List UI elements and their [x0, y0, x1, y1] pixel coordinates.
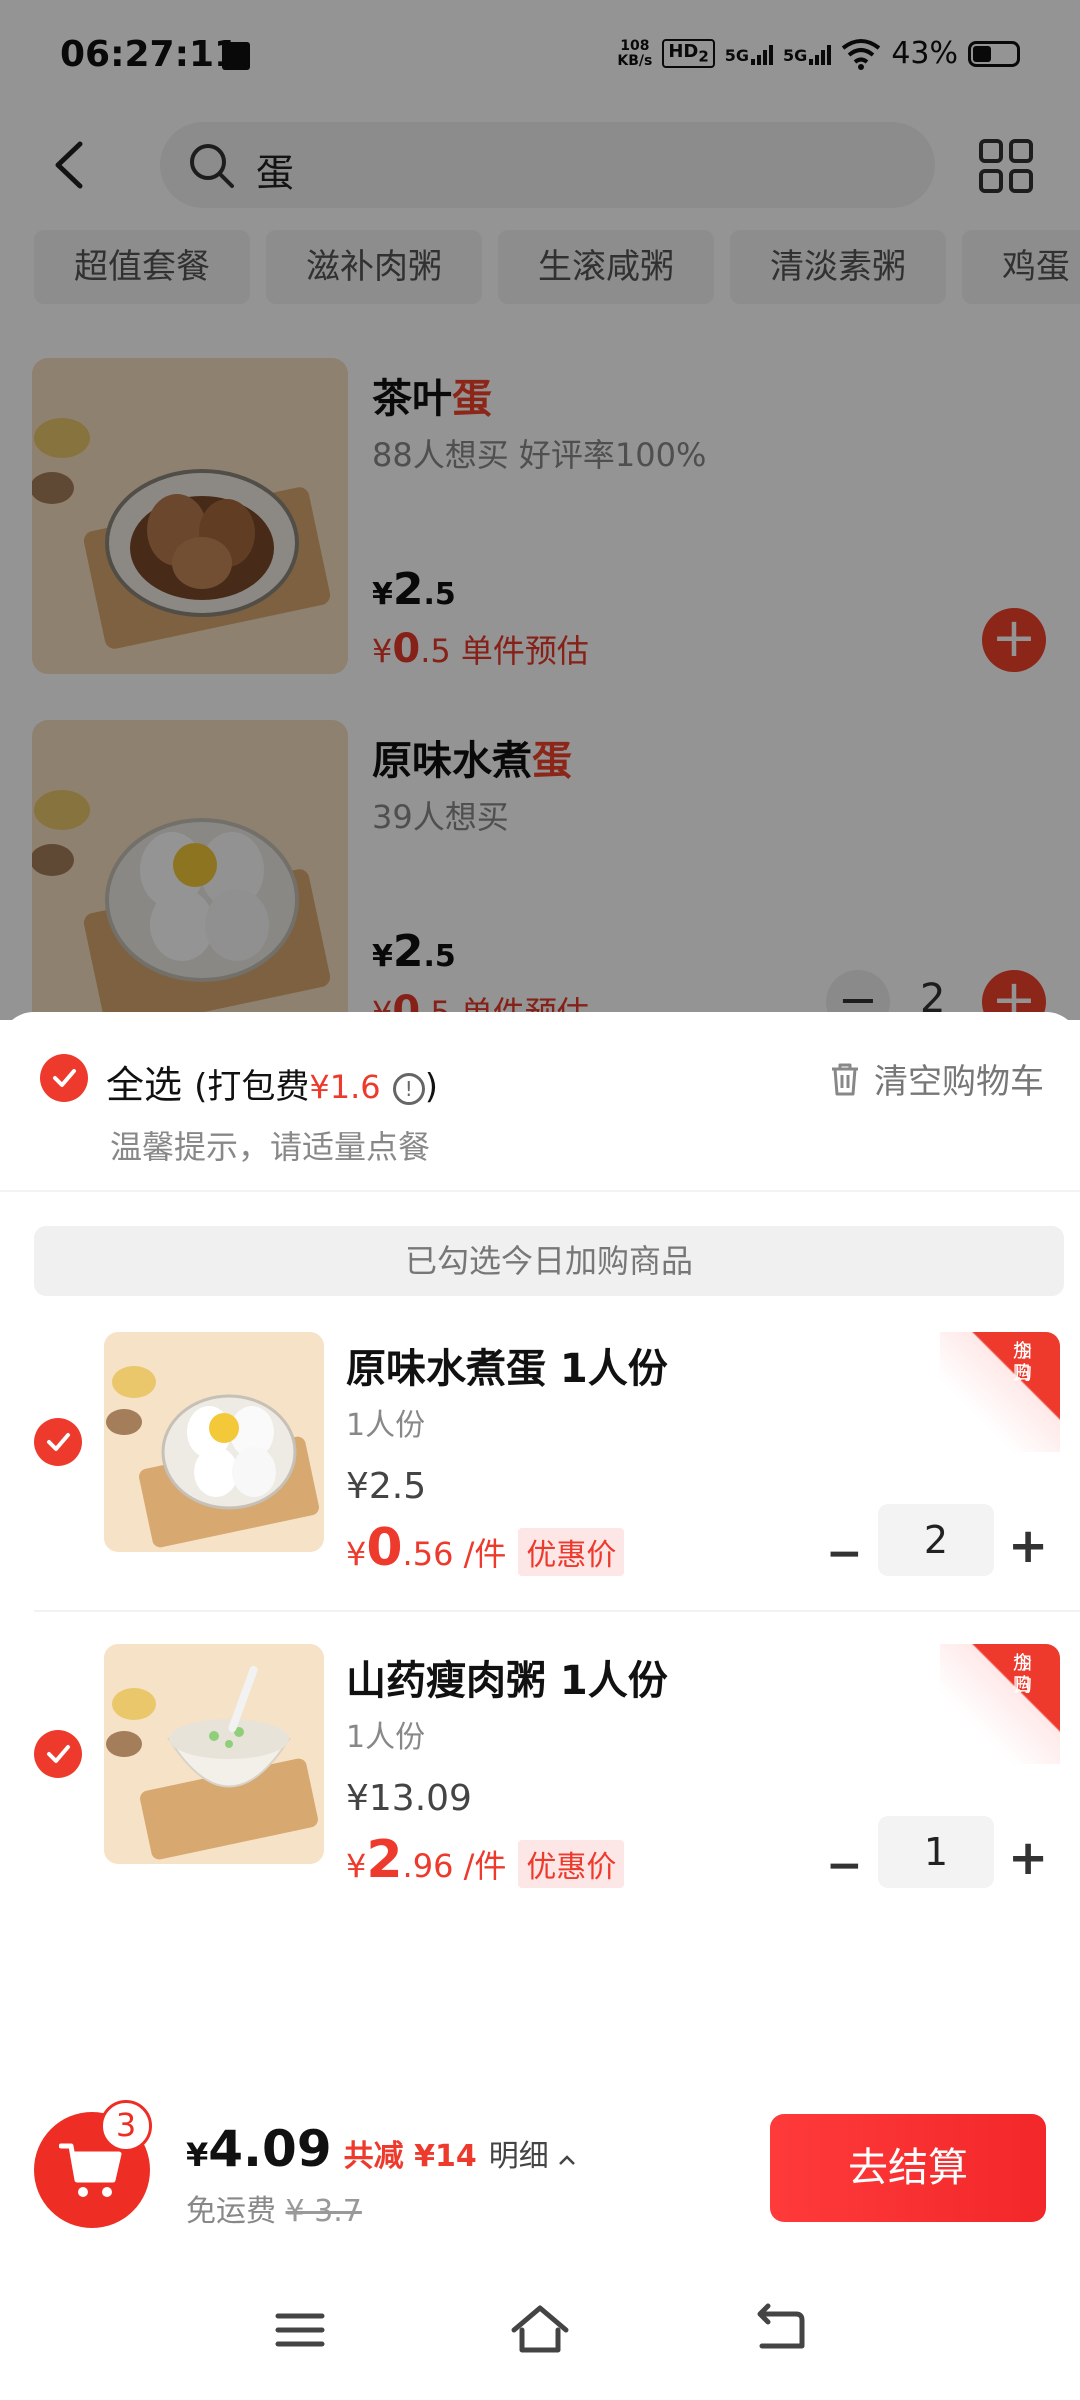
back-nav-icon[interactable] — [748, 2298, 812, 2362]
divider — [0, 1190, 1080, 1192]
original-shipping: ¥ 3.7 — [285, 2194, 362, 2229]
currency: ¥ — [346, 1535, 367, 1573]
saved-amount: 共减 ¥14 — [343, 2139, 477, 2174]
corner-line2: 加购 — [1012, 1340, 1032, 1384]
item-discount-price: ¥0.56 /件 优惠价 — [346, 1518, 625, 1578]
check-icon — [47, 1433, 70, 1451]
cart-tip: 温馨提示，请适量点餐 — [110, 1128, 431, 1166]
item-discount-price: ¥2.96 /件 优惠价 — [346, 1830, 625, 1890]
cart-count-badge: 3 — [100, 2100, 152, 2152]
check-icon — [47, 1745, 70, 1763]
today-added-banner: 已勾选今日加购商品 — [34, 1226, 1064, 1296]
select-all-text: 全选 — [106, 1063, 183, 1107]
decrease-button[interactable]: − — [826, 1528, 863, 1579]
disc-dec: .96 — [402, 1847, 454, 1885]
modal-overlay[interactable] — [0, 0, 1080, 1020]
total-value: 4.09 — [208, 2120, 332, 2178]
detail-label: 明细 — [488, 2139, 549, 2174]
cart-item: 原味水煮蛋 1人份 1人份 ¥2.5 ¥0.56 /件 优惠价 今日 加购 − 2… — [0, 1332, 1080, 1632]
check-icon — [53, 1069, 76, 1087]
select-all-checkbox[interactable] — [40, 1054, 88, 1102]
currency: ¥ — [186, 2136, 209, 2174]
increase-button[interactable]: + — [1008, 1518, 1048, 1574]
item-name: 原味水煮蛋 1人份 — [346, 1346, 668, 1392]
disc-int: 0 — [366, 1518, 403, 1578]
shipping-info: 免运费 ¥ 3.7 — [186, 2186, 362, 2230]
disc-dec: .56 — [402, 1535, 454, 1573]
per-unit: /件 — [463, 1847, 507, 1885]
clear-cart-button[interactable]: 清空购物车 — [828, 1054, 1044, 1103]
clear-cart-label: 清空购物车 — [874, 1062, 1044, 1102]
cart-item: 山药瘦肉粥 1人份 1人份 ¥13.09 ¥2.96 /件 优惠价 今日 加购 −… — [0, 1644, 1080, 1944]
divider — [34, 1610, 1080, 1612]
packing-fee-suffix: ) — [424, 1067, 438, 1107]
total-amount: ¥4.09 — [186, 2120, 332, 2178]
increase-button[interactable]: + — [1008, 1830, 1048, 1886]
total-price: ¥4.09 共减 ¥14 明细 — [186, 2120, 576, 2178]
per-unit: /件 — [463, 1535, 507, 1573]
quantity-input[interactable]: 1 — [878, 1816, 994, 1888]
item-original-price: ¥2.5 — [346, 1466, 427, 1507]
discount-badge: 优惠价 — [518, 1528, 625, 1576]
item-spec: 1人份 — [346, 1720, 426, 1755]
quantity-input[interactable]: 2 — [878, 1504, 994, 1576]
select-all-label: 全选 (打包费¥1.6 !) — [106, 1054, 438, 1109]
checkout-bar: 3 ¥4.09 共减 ¥14 明细 免运费 ¥ 3.7 去结算 — [0, 2090, 1080, 2250]
item-name: 山药瘦肉粥 1人份 — [346, 1658, 668, 1704]
item-spec: 1人份 — [346, 1408, 426, 1443]
home-icon[interactable] — [508, 2298, 572, 2362]
item-checkbox[interactable] — [34, 1418, 82, 1466]
item-checkbox[interactable] — [34, 1730, 82, 1778]
item-image-boiled-egg — [104, 1332, 324, 1552]
cart-sheet: 全选 (打包费¥1.6 !) 清空购物车 温馨提示，请适量点餐 已勾选今日加购商… — [0, 1012, 1080, 2112]
system-nav-bar — [0, 2260, 1080, 2400]
checkout-button[interactable]: 去结算 — [770, 2114, 1046, 2222]
item-original-price: ¥13.09 — [346, 1778, 472, 1819]
discount-badge: 优惠价 — [518, 1840, 625, 1888]
price-detail-link[interactable]: 明细 — [489, 2131, 577, 2175]
trash-icon — [832, 1063, 858, 1095]
packing-fee-value: ¥1.6 — [309, 1068, 381, 1106]
free-shipping-label: 免运费 — [186, 2194, 276, 2229]
corner-line2: 加购 — [1012, 1652, 1032, 1696]
today-added-corner: 今日 加购 — [940, 1332, 1060, 1452]
disc-int: 2 — [366, 1830, 403, 1890]
chevron-up-icon — [559, 2155, 576, 2165]
currency: ¥ — [346, 1847, 367, 1885]
today-added-corner: 今日 加购 — [940, 1644, 1060, 1764]
item-image-congee — [104, 1644, 324, 1864]
decrease-button[interactable]: − — [826, 1840, 863, 1891]
menu-icon[interactable] — [268, 2298, 332, 2362]
packing-fee-prefix: (打包费 — [194, 1067, 310, 1107]
info-icon[interactable]: ! — [392, 1073, 425, 1105]
